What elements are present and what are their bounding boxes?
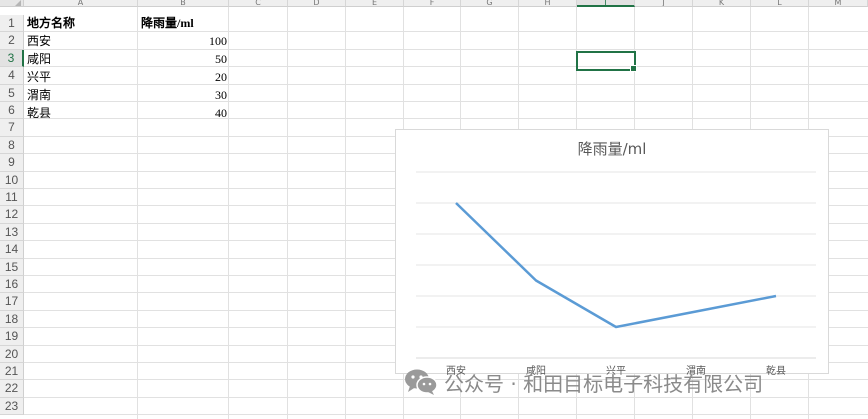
row-header-8[interactable]: 8: [0, 136, 24, 155]
column-header-I[interactable]: I: [577, 0, 635, 7]
row-header-11[interactable]: 11: [0, 189, 24, 207]
column-header-J[interactable]: J: [635, 0, 693, 7]
cell-A2[interactable]: 西安: [27, 33, 51, 50]
column-header-H[interactable]: H: [519, 0, 577, 7]
row-header-17[interactable]: 17: [0, 293, 24, 311]
row-header-13[interactable]: 13: [0, 223, 24, 242]
wechat-icon: [405, 369, 438, 395]
chart-plot: 西安 咸阳 兴平 渭南 乾县: [416, 171, 816, 375]
column-header-K[interactable]: K: [693, 0, 751, 7]
row-header-2[interactable]: 2: [0, 32, 24, 50]
row-header-5[interactable]: 5: [0, 84, 24, 102]
row-header-22[interactable]: 22: [0, 380, 24, 398]
row-header-9[interactable]: 9: [0, 154, 24, 172]
column-header-L[interactable]: L: [751, 0, 809, 7]
row-header-1[interactable]: 1: [0, 15, 24, 33]
row-header-16[interactable]: 16: [0, 276, 24, 294]
row-header-21[interactable]: 21: [0, 363, 24, 381]
cell-B4[interactable]: 20: [137, 69, 227, 86]
row-header-3[interactable]: 3: [0, 49, 24, 68]
column-header-D[interactable]: D: [288, 0, 346, 7]
fill-handle[interactable]: [630, 65, 637, 72]
cell-A3[interactable]: 咸阳: [27, 51, 51, 68]
row-header-14[interactable]: 14: [0, 241, 24, 259]
watermark-text: 公众号 · 和田目标电子科技有限公司: [444, 371, 764, 396]
row-header-12[interactable]: 12: [0, 206, 24, 224]
cell-B3[interactable]: 50: [137, 51, 227, 68]
cell-A4[interactable]: 兴平: [27, 69, 51, 86]
cell-B2[interactable]: 100: [137, 33, 227, 50]
column-header-G[interactable]: G: [461, 0, 519, 7]
cell-B6[interactable]: 40: [137, 105, 227, 122]
watermark: 公众号 · 和田目标电子科技有限公司: [404, 367, 763, 397]
row-header-19[interactable]: 19: [0, 328, 24, 346]
column-header-F[interactable]: F: [404, 0, 461, 7]
cell-A1[interactable]: 地方名称: [27, 15, 75, 32]
cell-A6[interactable]: 乾县: [27, 105, 51, 122]
row-header-10[interactable]: 10: [0, 171, 24, 189]
select-all-triangle-icon: [15, 0, 21, 6]
row-header-18[interactable]: 18: [0, 310, 24, 329]
selected-cell-I3[interactable]: [576, 51, 637, 72]
row-header-23[interactable]: 23: [0, 397, 24, 416]
column-header-M[interactable]: M: [809, 0, 868, 7]
select-all-corner[interactable]: [0, 0, 24, 7]
column-header-C[interactable]: C: [229, 0, 288, 7]
gridline-vertical: [287, 7, 288, 419]
column-header-E[interactable]: E: [346, 0, 404, 7]
cell-B1[interactable]: 降雨量/ml: [141, 15, 194, 32]
row-header-20[interactable]: 20: [0, 345, 24, 363]
line-chart[interactable]: 降雨量/ml 西安 咸阳 兴平 渭南 乾县: [395, 129, 829, 375]
row-header-4[interactable]: 4: [0, 67, 24, 85]
gridline-vertical: [345, 7, 346, 419]
row-header-15[interactable]: 15: [0, 258, 24, 276]
x-tick-label: 乾县: [766, 364, 786, 375]
cell-B5[interactable]: 30: [137, 87, 227, 104]
gridline-horizontal: [24, 414, 868, 416]
row-header-7[interactable]: 7: [0, 119, 24, 137]
row-header-6[interactable]: 6: [0, 102, 24, 120]
column-header-A[interactable]: A: [24, 0, 138, 7]
gridline-vertical: [228, 7, 229, 419]
spreadsheet: ABCDEFGHIJKLM 1 2 3 4 5 6 7 8 9 10 11 12 13 14 15 16 17 1…: [0, 0, 868, 419]
column-header-B[interactable]: B: [138, 0, 229, 7]
cell-A5[interactable]: 渭南: [27, 87, 51, 104]
